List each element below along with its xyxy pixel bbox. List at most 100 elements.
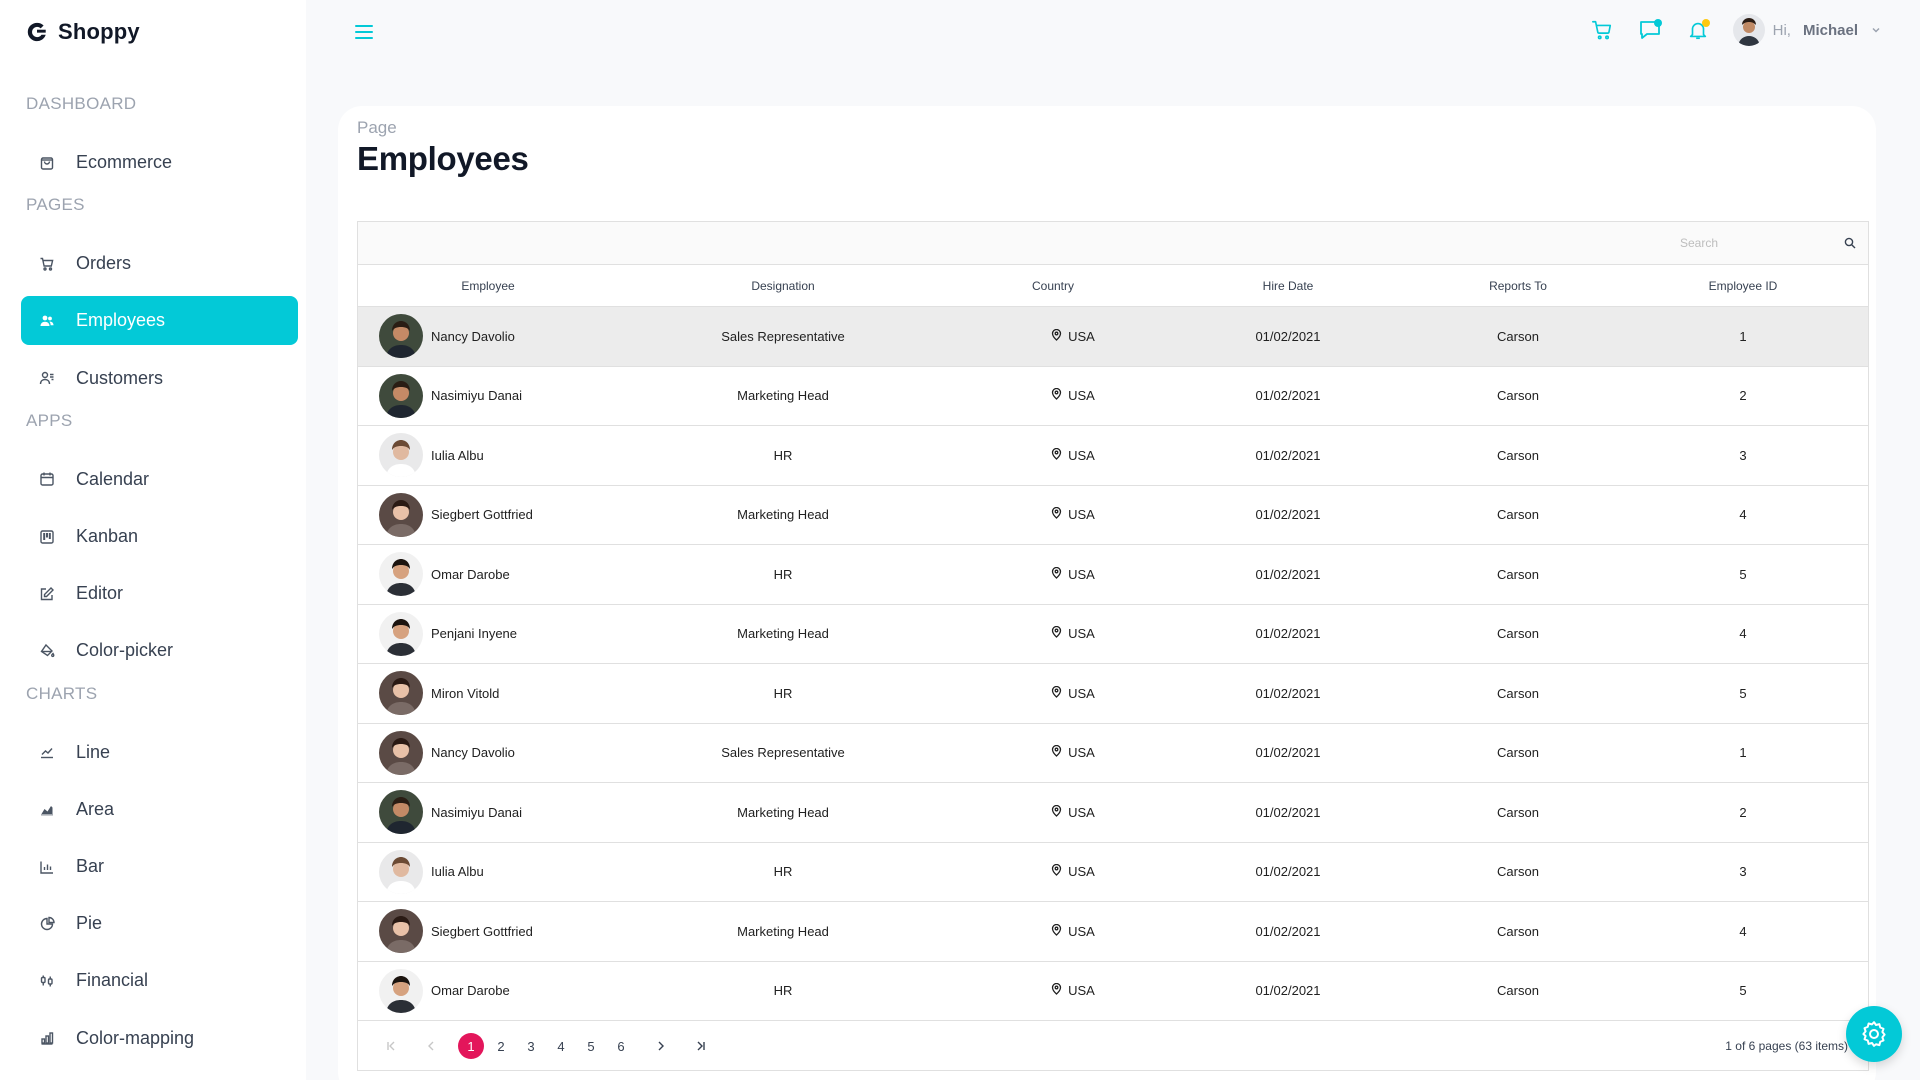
hire-date-cell: 01/02/2021: [1255, 328, 1321, 344]
notification-button[interactable]: [1681, 13, 1715, 47]
location-pin-icon: [1051, 864, 1062, 879]
hire-date-cell: 01/02/2021: [1255, 745, 1321, 761]
sidebar-item-ecommerce[interactable]: Ecommerce: [21, 138, 298, 187]
avatar: [379, 671, 423, 716]
cart-button[interactable]: [1585, 13, 1619, 47]
sidebar-item-label: Kanban: [76, 526, 139, 546]
sidebar-item-line[interactable]: Line: [21, 728, 298, 777]
column-header-designation[interactable]: Designation: [618, 279, 948, 293]
sidebar-item-color-picker[interactable]: Color-picker: [21, 626, 298, 675]
avatar: [379, 730, 423, 775]
designation-cell: Marketing Head: [737, 388, 829, 404]
first-page-button[interactable]: [376, 1033, 406, 1059]
settings-button[interactable]: [1846, 1006, 1902, 1062]
cart-icon: [1591, 20, 1611, 40]
employee-id-cell: 3: [1739, 447, 1747, 463]
employee-id-cell: 2: [1739, 388, 1747, 404]
page-numbers: 123456: [456, 1033, 636, 1059]
table-row[interactable]: Omar Darobe HR USA 01/02/2021 Carson 5: [358, 545, 1868, 605]
brand[interactable]: Shoppy: [26, 18, 140, 46]
table-row[interactable]: Omar Darobe HR USA 01/02/2021 Carson 5: [358, 962, 1868, 1021]
employee-cell: Siegbert Gottfried: [358, 909, 618, 954]
page-number-button[interactable]: 6: [608, 1033, 634, 1059]
sidebar-item-orders[interactable]: Orders: [21, 239, 298, 288]
location-pin-icon: [1051, 566, 1062, 582]
sidebar-item-kanban[interactable]: Kanban: [21, 512, 298, 561]
prev-page-button[interactable]: [416, 1033, 446, 1059]
table-row[interactable]: Nasimiyu Danai Marketing Head USA 01/02/202…: [358, 783, 1868, 843]
notification-dot: [1701, 19, 1710, 27]
menu-toggle-button[interactable]: [352, 20, 376, 44]
employee-name: Miron Vitold: [431, 685, 500, 701]
search-box: [1620, 228, 1860, 258]
table-row[interactable]: Nancy Davolio Sales Representative USA 01/0…: [358, 307, 1868, 367]
sidebar-item-employees[interactable]: Employees: [21, 296, 298, 346]
employee-cell: Omar Darobe: [358, 552, 618, 597]
table-row[interactable]: Siegbert Gottfried Marketing Head USA 01/02…: [358, 902, 1868, 962]
employee-cell: Nancy Davolio: [358, 730, 618, 775]
reports-to-cell: Carson: [1497, 626, 1539, 642]
country-cell: USA: [948, 864, 1158, 879]
sidebar-item-calendar[interactable]: Calendar: [21, 455, 298, 504]
search-button[interactable]: [1840, 233, 1860, 253]
table-row[interactable]: Nasimiyu Danai Marketing Head USA 01/02/202…: [358, 367, 1868, 426]
hire-date-cell: 01/02/2021: [1255, 983, 1321, 999]
column-header-employee-id[interactable]: Employee ID: [1618, 279, 1868, 293]
sidebar-item-label: Area: [76, 798, 115, 819]
employee-id-cell: 5: [1739, 983, 1747, 999]
country-cell: USA: [948, 566, 1158, 582]
sidebar-item-financial[interactable]: Financial: [21, 956, 298, 1005]
table-row[interactable]: Siegbert Gottfried Marketing Head USA 01/02…: [358, 486, 1868, 545]
chevron-right-icon: [658, 1041, 664, 1051]
country-cell: USA: [948, 983, 1158, 998]
sidebar-item-editor[interactable]: Editor: [21, 569, 298, 618]
column-header-employee[interactable]: Employee: [358, 279, 618, 293]
next-page-button[interactable]: [646, 1033, 676, 1059]
table-row[interactable]: Miron Vitold HR USA 01/02/2021 Carson 5: [358, 664, 1868, 724]
table-row[interactable]: Nancy Davolio Sales Representative USA 01/0…: [358, 724, 1868, 783]
page-number-button[interactable]: 2: [488, 1033, 514, 1059]
page-number-button[interactable]: 4: [548, 1033, 574, 1059]
user-profile-button[interactable]: Hi, Michael: [1732, 14, 1882, 46]
brand-name: Shoppy: [58, 19, 140, 44]
sidebar-item-area[interactable]: Area: [21, 785, 298, 834]
employees-grid: EmployeeDesignationCountryHire DateRepor…: [357, 221, 1869, 1071]
search-input[interactable]: [1620, 235, 1840, 250]
line-chart-icon: [38, 743, 56, 761]
chat-button[interactable]: [1633, 13, 1667, 47]
hire-date-cell: 01/02/2021: [1255, 685, 1321, 701]
location-pin-icon: [1051, 685, 1062, 701]
country-text: USA: [1068, 388, 1095, 404]
column-header-country[interactable]: Country: [948, 279, 1158, 293]
user-name: Michael: [1802, 21, 1858, 39]
sidebar-item-pie[interactable]: Pie: [21, 899, 298, 948]
chat-notification-dot: [1653, 19, 1662, 27]
sidebar-item-label: Pie: [76, 913, 103, 934]
avatar: [379, 492, 423, 537]
column-header-hire-date[interactable]: Hire Date: [1158, 279, 1418, 293]
chevron-left-icon: [428, 1041, 434, 1051]
sidebar-item-bar[interactable]: Bar: [21, 842, 298, 891]
table-row[interactable]: Iulia Albu HR USA 01/02/2021 Carson 3: [358, 843, 1868, 902]
location-pin-icon: [1051, 626, 1062, 641]
avatar: [379, 552, 423, 597]
greeting: Hi,: [1772, 21, 1791, 39]
table-row[interactable]: Penjani Inyene Marketing Head USA 01/02/202…: [358, 605, 1868, 664]
avatar: [379, 849, 423, 894]
gear-icon: [1862, 1021, 1886, 1047]
designation-cell: Sales Representative: [721, 745, 845, 761]
page-number-button[interactable]: 3: [518, 1033, 544, 1059]
employee-cell: Iulia Albu: [358, 433, 618, 478]
column-header-reports-to[interactable]: Reports To: [1418, 279, 1618, 293]
page-number-button[interactable]: 5: [578, 1033, 604, 1059]
hire-date-cell: 01/02/2021: [1255, 566, 1321, 582]
table-row[interactable]: Iulia Albu HR USA 01/02/2021 Carson 3: [358, 426, 1868, 486]
sidebar-item-customers[interactable]: Customers: [21, 354, 298, 403]
employee-name: Nancy Davolio: [431, 328, 515, 344]
page-number-button[interactable]: 1: [458, 1033, 484, 1059]
avatar: [379, 611, 423, 656]
sidebar-item-color-mapping[interactable]: Color-mapping: [21, 1014, 298, 1063]
last-page-button[interactable]: [686, 1033, 716, 1059]
location-pin-icon: [1051, 804, 1062, 820]
page-title: Employees: [357, 140, 529, 177]
